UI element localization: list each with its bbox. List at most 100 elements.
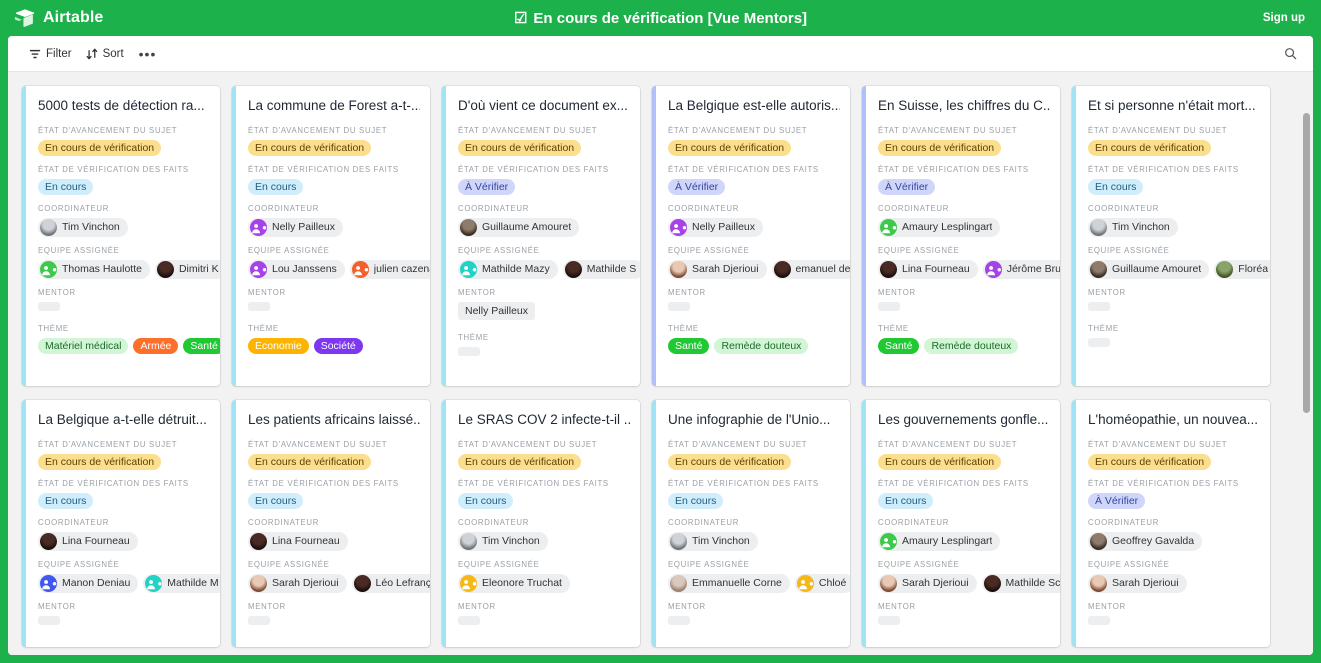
team-member-chip[interactable]: Eleonore Truchat (458, 573, 570, 593)
coordinator-chip[interactable]: Lina Fourneau (38, 531, 138, 551)
person-name: Lina Fourneau (272, 535, 340, 548)
avatar (250, 532, 267, 550)
field-label-mentor: MENTOR (458, 601, 496, 611)
field-label-etat-verification: ÉTAT DE VÉRIFICATION DES FAITS (248, 164, 399, 174)
team-member-chip[interactable]: Floréa (1214, 259, 1270, 279)
gallery-card[interactable]: L'homéopathie, un nouvea... ÉTAT D'AVANCE… (1072, 400, 1270, 647)
team-member-chip[interactable]: Chloé (794, 573, 850, 593)
more-options-button[interactable]: ••• (131, 47, 165, 61)
empty-value-placeholder (38, 301, 60, 311)
field-label-etat-verification: ÉTAT DE VÉRIFICATION DES FAITS (878, 478, 1029, 488)
field-label-etat-avancement: ÉTAT D'AVANCEMENT DU SUJET (458, 439, 598, 449)
chip-row: En cours de vérification (1088, 453, 1260, 470)
chip-row: Nelly Pailleux (248, 217, 420, 237)
field-equipe-assignee: EQUIPE ASSIGNÉE Emmanuelle Corne Chloé (668, 560, 850, 593)
team-member-chip[interactable]: Dimitri K (154, 259, 220, 279)
avatar (40, 574, 57, 592)
team-member-chip[interactable]: julien cazena (349, 259, 430, 279)
field-mentor: MENTOR (458, 602, 630, 625)
field-etat-verification: ÉTAT DE VÉRIFICATION DES FAITS En cours (248, 479, 420, 509)
team-member-chip[interactable]: Guillaume Amouret (1088, 259, 1210, 279)
brand[interactable]: Airtable (0, 7, 103, 29)
team-member-chip[interactable]: Manon Deniau (38, 573, 139, 593)
field-mentor: MENTOR (248, 288, 420, 311)
field-theme: THÈME (1088, 324, 1260, 347)
vertical-scrollbar[interactable] (1302, 109, 1311, 653)
team-member-chip[interactable]: Emmanuelle Corne (668, 573, 790, 593)
field-label-etat-verification: ÉTAT DE VÉRIFICATION DES FAITS (878, 164, 1029, 174)
team-member-chip[interactable]: Mathilde M (143, 573, 220, 593)
field-label-mentor: MENTOR (38, 287, 76, 297)
gallery-card[interactable]: En Suisse, les chiffres du C... ÉTAT D'AV… (862, 86, 1060, 386)
field-etat-verification: ÉTAT DE VÉRIFICATION DES FAITS En cours (668, 479, 840, 509)
filter-button[interactable]: Filter (22, 44, 79, 64)
coordinator-chip[interactable]: Tim Vinchon (668, 531, 758, 551)
gallery-card[interactable]: Les gouvernements gonfle... ÉTAT D'AVANCE… (862, 400, 1060, 647)
chip-row: Sarah Djerioui (1088, 573, 1260, 593)
chip-row: En cours de vérification (668, 453, 840, 470)
gallery-card[interactable]: La Belgique est-elle autoris... ÉTAT D'AV… (652, 86, 850, 386)
team-member-chip[interactable]: Mathilde Mazy (458, 259, 558, 279)
gallery-card[interactable]: 5000 tests de détection ra... ÉTAT D'AVAN… (22, 86, 220, 386)
team-member-chip[interactable]: Jérôme Bru (982, 259, 1060, 279)
chip-row: À Vérifier (458, 178, 630, 195)
status-badge: En cours de vérification (668, 139, 792, 156)
field-etat-avancement: ÉTAT D'AVANCEMENT DU SUJET En cours de vé… (878, 440, 1050, 470)
avatar (1090, 260, 1107, 278)
team-member-chip[interactable]: Thomas Haulotte (38, 259, 150, 279)
coordinator-chip[interactable]: Guillaume Amouret (458, 217, 580, 237)
sort-button[interactable]: Sort (79, 44, 131, 64)
gallery-scroll-region[interactable]: 5000 tests de détection ra... ÉTAT D'AVAN… (8, 72, 1313, 655)
coordinator-chip[interactable]: Lina Fourneau (248, 531, 348, 551)
vertical-scrollbar-thumb[interactable] (1303, 113, 1310, 413)
field-etat-verification: ÉTAT DE VÉRIFICATION DES FAITS À Vérifier (668, 165, 840, 195)
theme-tag: Remède douteux (924, 337, 1019, 354)
team-member-chip[interactable]: Léo Lefranç (351, 573, 430, 593)
team-member-chip[interactable]: Lou Janssens (248, 259, 345, 279)
avatar (1090, 218, 1107, 236)
gallery-card[interactable]: La commune de Forest a-t-... ÉTAT D'AVANC… (232, 86, 430, 386)
field-label-coordinateur: COORDINATEUR (248, 203, 320, 213)
coordinator-chip[interactable]: Tim Vinchon (1088, 217, 1178, 237)
team-member-chip[interactable]: Sarah Djerioui (248, 573, 347, 593)
chip-row: En cours de vérification (248, 453, 420, 470)
gallery-card[interactable]: Le SRAS COV 2 infecte-t-il ... ÉTAT D'AVA… (442, 400, 640, 647)
team-member-chip[interactable]: emanuel de (771, 259, 850, 279)
gallery-card[interactable]: Une infographie de l'Unio... ÉTAT D'AVANC… (652, 400, 850, 647)
mentor-chip[interactable]: Nelly Pailleux (458, 301, 536, 320)
gallery-card[interactable]: Et si personne n'était mort... ÉTAT D'AVA… (1072, 86, 1270, 386)
gallery-card[interactable]: La Belgique a-t-elle détruit... ÉTAT D'AV… (22, 400, 220, 647)
coordinator-chip[interactable]: Tim Vinchon (458, 531, 548, 551)
team-member-chip[interactable]: Lina Fourneau (878, 259, 978, 279)
gallery-card[interactable]: D'où vient ce document ex... ÉTAT D'AVANC… (442, 86, 640, 386)
gallery-card[interactable]: Les patients africains laissé... ÉTAT D'A… (232, 400, 430, 647)
person-name: Sarah Djerioui (692, 263, 759, 276)
team-member-chip[interactable]: Mathilde S (562, 259, 640, 279)
sign-up-button[interactable]: Sign up (1263, 12, 1321, 24)
team-member-chip[interactable]: Sarah Djerioui (1088, 573, 1187, 593)
field-mentor: MENTOR Nelly Pailleux (458, 288, 630, 320)
coordinator-chip[interactable]: Nelly Pailleux (248, 217, 344, 237)
field-label-etat-avancement: ÉTAT D'AVANCEMENT DU SUJET (878, 439, 1018, 449)
coordinator-chip[interactable]: Amaury Lesplingart (878, 217, 1001, 237)
coordinator-chip[interactable]: Geoffrey Gavalda (1088, 531, 1203, 551)
chip-row: Guillaume Amouret Floréa (1088, 259, 1270, 279)
chip-row: En cours de vérification (878, 139, 1050, 156)
chip-row: En cours de vérification (38, 453, 210, 470)
empty-value-placeholder (248, 615, 270, 625)
person-name: Mathilde Sc (1005, 577, 1060, 590)
field-label-etat-avancement: ÉTAT D'AVANCEMENT DU SUJET (458, 125, 598, 135)
verification-badge: En cours (248, 492, 304, 509)
team-member-chip[interactable]: Mathilde Sc (981, 573, 1060, 593)
team-member-chip[interactable]: Sarah Djerioui (668, 259, 767, 279)
field-etat-avancement: ÉTAT D'AVANCEMENT DU SUJET En cours de vé… (878, 126, 1050, 156)
chip-row (878, 301, 1050, 311)
coordinator-chip[interactable]: Nelly Pailleux (668, 217, 764, 237)
chip-row: Thomas Haulotte Dimitri K (38, 259, 220, 279)
coordinator-chip[interactable]: Amaury Lesplingart (878, 531, 1001, 551)
coordinator-chip[interactable]: Tim Vinchon (38, 217, 128, 237)
search-button[interactable] (1284, 47, 1303, 60)
team-member-chip[interactable]: Sarah Djerioui (878, 573, 977, 593)
field-label-etat-avancement: ÉTAT D'AVANCEMENT DU SUJET (38, 125, 178, 135)
field-equipe-assignee: EQUIPE ASSIGNÉE Lina Fourneau Jérôme Bru (878, 246, 1060, 279)
